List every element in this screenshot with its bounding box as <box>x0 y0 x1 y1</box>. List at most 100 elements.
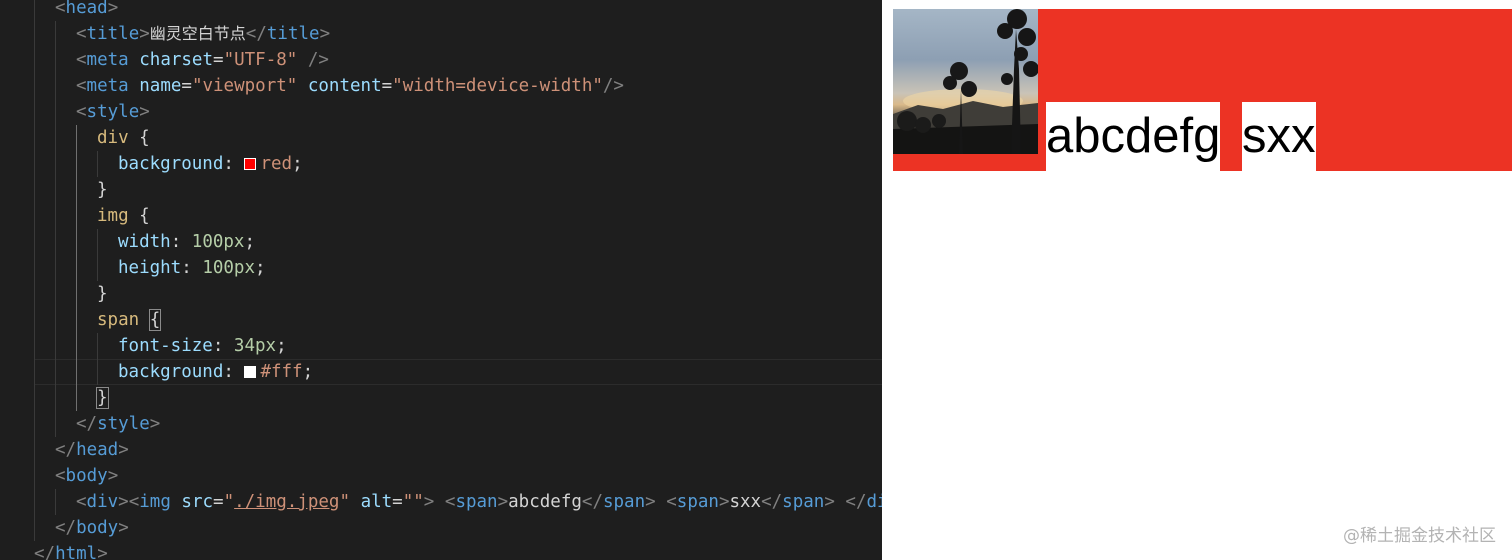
tag-bracket: < <box>666 492 677 512</box>
indent-guide <box>34 255 35 281</box>
code-text: <body> <box>55 463 118 489</box>
indent-guide <box>97 333 98 359</box>
indent-guide <box>76 307 77 333</box>
indent-guide <box>34 359 35 385</box>
css-value: 100px <box>202 258 255 278</box>
tag-bracket: </ <box>34 544 56 560</box>
tag-bracket: > <box>139 24 150 44</box>
brace: } <box>97 284 108 304</box>
code-line[interactable]: </style> <box>0 411 882 437</box>
indent-guide <box>76 151 77 177</box>
quote: " <box>339 492 351 512</box>
code-line-current[interactable]: background: #fff; <box>0 359 882 385</box>
code-text: <head> <box>55 0 118 21</box>
colon: : <box>223 362 234 382</box>
code-line[interactable]: img { <box>0 203 882 229</box>
code-text: } <box>96 385 109 411</box>
code-line[interactable]: <style> <box>0 99 882 125</box>
indent-guide <box>55 125 56 151</box>
attribute-value: "width=device-width" <box>392 76 603 96</box>
tag-bracket: /> <box>602 76 624 96</box>
indent-guide <box>34 333 35 359</box>
code-line[interactable]: } <box>0 281 882 307</box>
code-line[interactable]: </body> <box>0 515 882 541</box>
indent-guide <box>34 21 35 47</box>
css-property: height <box>118 258 182 278</box>
indent-guide <box>55 359 56 385</box>
indent-guide <box>55 47 56 73</box>
code-line[interactable]: <title>幽灵空白节点</title> <box>0 21 882 47</box>
code-text: background: #fff; <box>118 359 313 385</box>
code-line[interactable]: <body> <box>0 463 882 489</box>
indent-guide <box>34 411 35 437</box>
code-line[interactable]: height: 100px; <box>0 255 882 281</box>
image-path-link[interactable]: ./img.jpeg <box>234 492 339 512</box>
code-line[interactable]: background: red; <box>0 151 882 177</box>
indent-guide <box>55 73 56 99</box>
tag-bracket: < <box>76 102 87 122</box>
color-swatch-icon[interactable] <box>244 158 257 170</box>
code-line[interactable]: <meta charset="UTF-8" /> <box>0 47 882 73</box>
tag-bracket: < <box>76 76 87 96</box>
semicolon: ; <box>276 336 287 356</box>
indent-guide <box>55 229 56 255</box>
tag-bracket: </ <box>55 440 77 460</box>
tag-name: meta <box>86 76 129 96</box>
code-text: } <box>97 281 108 307</box>
tag-bracket: </ <box>55 518 77 538</box>
semicolon: ; <box>255 258 266 278</box>
code-line[interactable]: span { <box>0 307 882 333</box>
code-line[interactable]: <head> <box>0 0 882 21</box>
colon: : <box>181 258 192 278</box>
code-editor[interactable]: <head> <title>幽灵空白节点</title> <meta chars… <box>0 0 882 560</box>
indent-guide <box>55 489 56 515</box>
indent-guide <box>97 359 98 385</box>
code-line[interactable]: } <box>0 385 882 411</box>
code-line[interactable]: <meta name="viewport" content="width=dev… <box>0 73 882 99</box>
indent-guide <box>34 515 35 541</box>
brace: } <box>97 180 108 200</box>
tag-bracket: > <box>139 102 150 122</box>
tag-bracket: < <box>76 24 87 44</box>
indent-guide <box>55 307 56 333</box>
tag-bracket: > <box>645 492 656 512</box>
demo-div-red: abcdefg sxx <box>893 9 1512 171</box>
code-line[interactable]: <div><img src="./img.jpeg" alt=""> <span… <box>0 489 882 515</box>
semicolon: ; <box>244 232 256 252</box>
code-text: span { <box>97 307 162 333</box>
tag-bracket: > <box>118 492 129 512</box>
indent-guide <box>76 385 77 411</box>
tag-bracket: </ <box>845 492 867 512</box>
indent-guide <box>55 21 56 47</box>
code-line[interactable]: div { <box>0 125 882 151</box>
tag-name: style <box>86 102 140 122</box>
tag-name: di <box>866 492 883 512</box>
colon: : <box>170 232 182 252</box>
tag-bracket: < <box>76 50 87 70</box>
attribute-value: "viewport" <box>191 76 298 96</box>
indent-guide <box>34 229 35 255</box>
brace: { <box>139 206 150 226</box>
code-line[interactable]: </head> <box>0 437 882 463</box>
indent-guide <box>76 203 77 229</box>
tag-bracket: > <box>497 492 509 512</box>
code-line[interactable]: } <box>0 177 882 203</box>
tag-name: span <box>602 492 646 512</box>
equals-sign: = <box>213 492 224 512</box>
indent-guide <box>76 255 77 281</box>
color-swatch-icon[interactable] <box>244 366 257 378</box>
tag-bracket: < <box>55 0 66 18</box>
indent-guide <box>97 229 98 255</box>
tag-name: meta <box>86 50 129 70</box>
tag-bracket: > <box>97 544 108 560</box>
indent-guide <box>34 385 35 411</box>
tag-name: head <box>76 440 119 460</box>
code-line[interactable]: </html> <box>0 541 882 560</box>
code-line[interactable]: font-size: 34px; <box>0 333 882 359</box>
tag-bracket: > <box>718 492 730 512</box>
attribute-name: content <box>307 76 382 96</box>
code-text: div { <box>97 125 150 151</box>
code-line[interactable]: width: 100px; <box>0 229 882 255</box>
colon: : <box>212 336 224 356</box>
css-value: red <box>260 154 293 174</box>
